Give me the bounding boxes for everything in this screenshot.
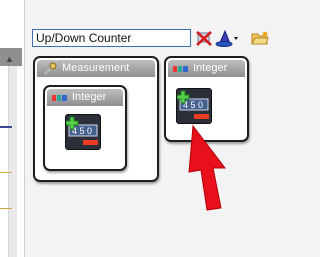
red-arrow-annotation [188,124,227,211]
counter-digits: 4 5 0 [183,100,203,110]
block-title-bar: Integer [47,89,123,106]
open-folder-button[interactable] [250,28,270,48]
block-title-bar: Measurement [37,60,155,77]
measurement-block[interactable]: Measurement Integer 4 5 0 [33,56,159,182]
integer-icon [52,91,68,105]
block-title-bar: Integer [168,60,245,77]
block-title-text: Integer [193,62,228,74]
panel-line [0,172,12,173]
up-down-counter-icon[interactable]: 4 5 0 [176,88,212,124]
clear-search-icon [196,31,212,46]
wizard-dropdown-button[interactable] [215,28,239,48]
integer-inner-block[interactable]: Integer 4 5 0 [43,85,127,171]
panel-line [0,126,12,128]
counter-digits: 4 5 0 [72,126,92,136]
measurement-icon [42,62,58,76]
up-down-counter-icon[interactable]: 4 5 0 [65,114,101,150]
integer-icon [173,62,189,76]
block-title-text: Measurement [62,62,130,74]
panel-line [0,208,12,209]
block-title-text: Integer [72,91,107,103]
wizard-hat-icon [215,29,238,47]
panel-scrollbar[interactable] [8,66,17,257]
search-input[interactable] [32,29,191,47]
left-panel: ▲ [0,0,25,257]
scroll-up-icon[interactable]: ▲ [5,54,14,64]
clear-search-button[interactable] [194,28,214,48]
folder-icon [251,31,269,45]
